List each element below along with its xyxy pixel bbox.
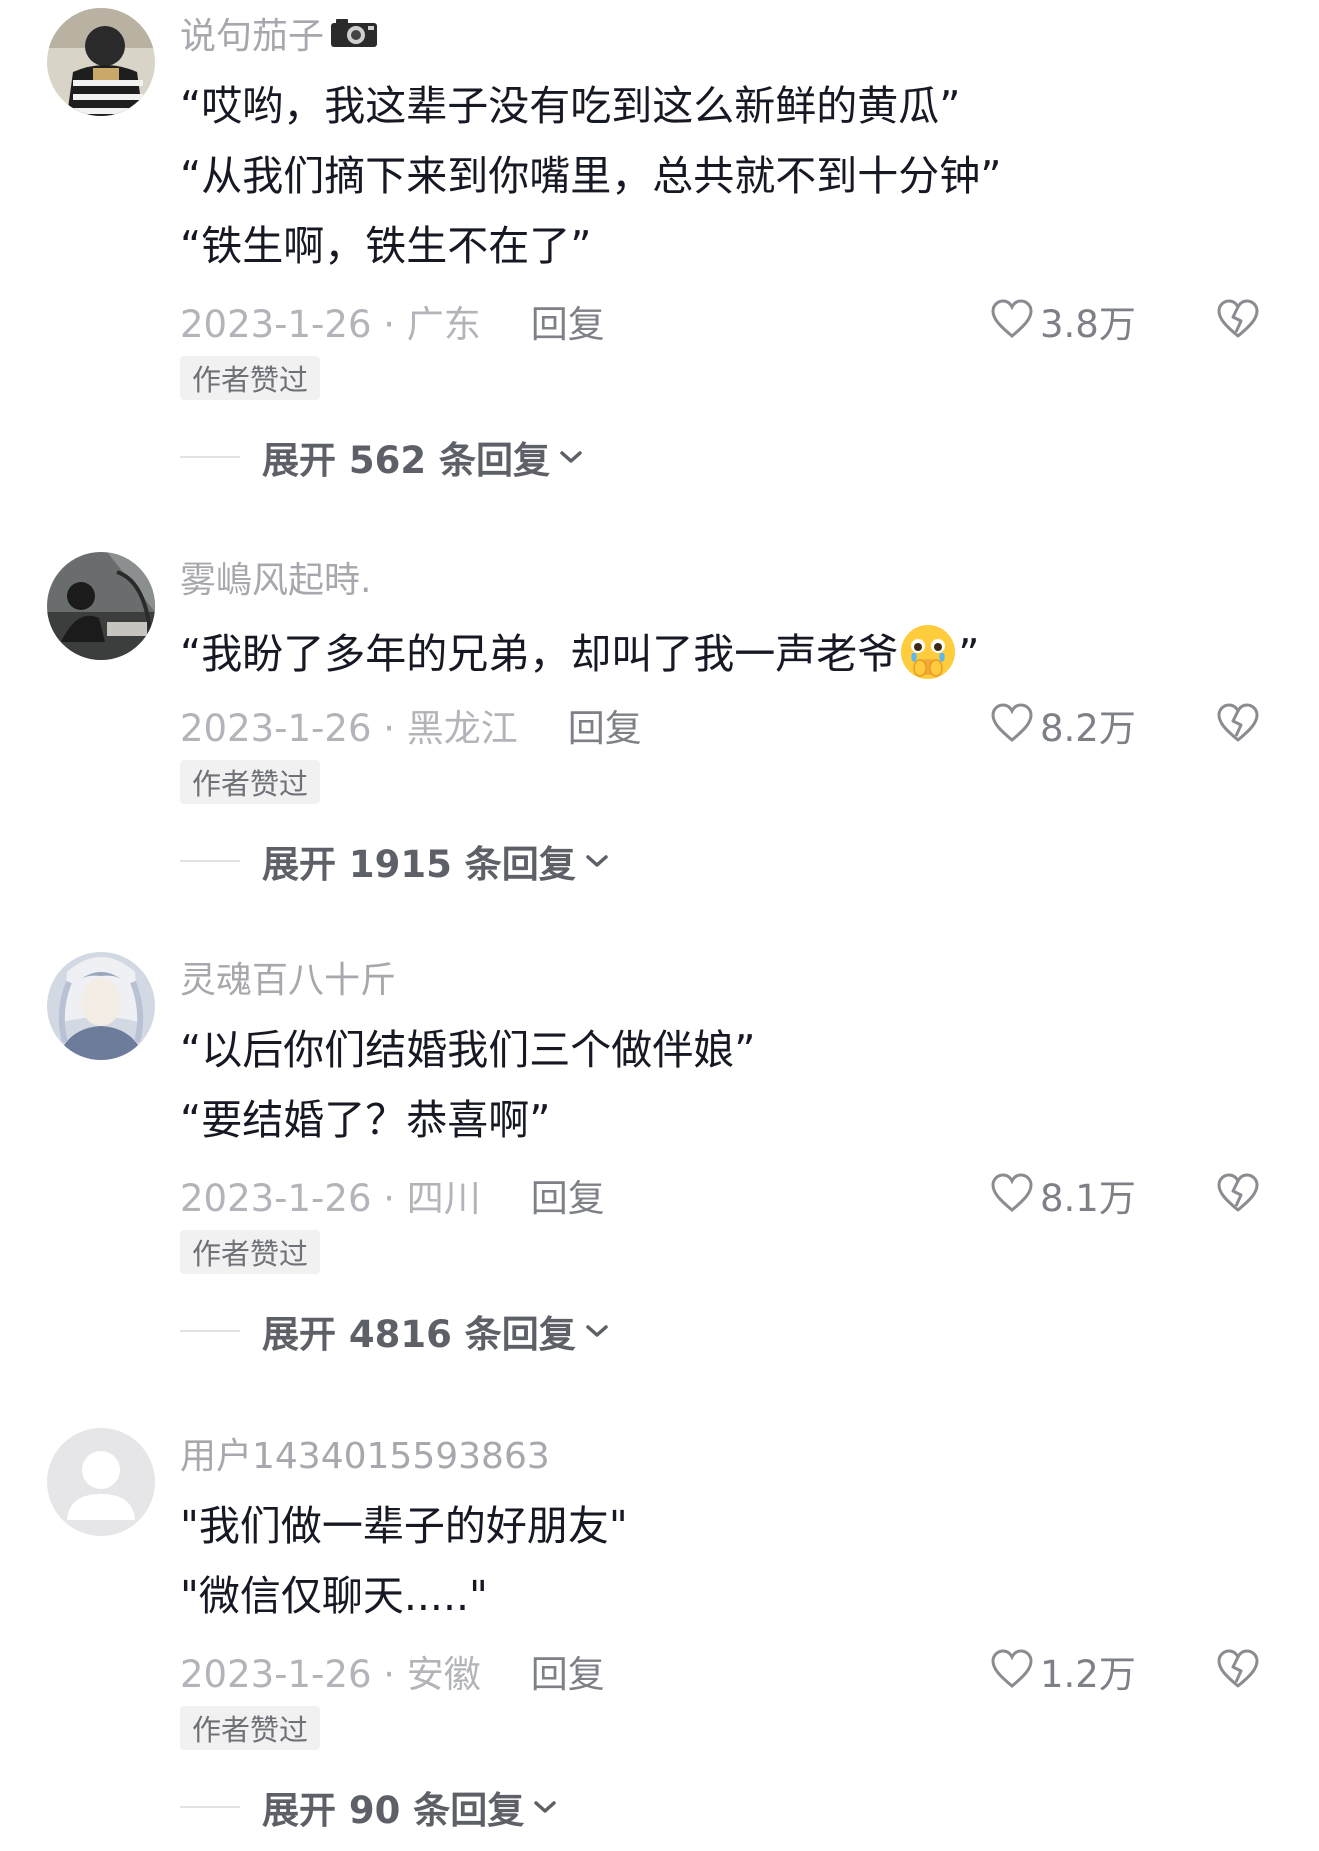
expand-replies-button[interactable]: 展开 90 条回复 — [180, 1782, 558, 1832]
divider — [180, 1806, 240, 1808]
like-button[interactable]: 8.2万 — [990, 700, 1136, 750]
dislike-button[interactable] — [1216, 1170, 1260, 1220]
avatar[interactable] — [47, 1428, 155, 1536]
broken-heart-icon — [1216, 703, 1260, 747]
avatar[interactable] — [47, 8, 155, 116]
like-count: 1.2万 — [1040, 1653, 1136, 1696]
avatar[interactable] — [47, 952, 155, 1060]
date-location: 2023-1-26 · 广东 — [180, 303, 481, 346]
comment-text: "微信仅聊天....." — [180, 1572, 488, 1620]
comment-text: "我们做一辈子的好朋友" — [180, 1502, 628, 1550]
like-count: 3.8万 — [1040, 303, 1136, 346]
expand-replies-label: 展开 1915 条回复 — [262, 843, 576, 886]
expand-replies-label: 展开 562 条回复 — [262, 439, 550, 482]
like-button[interactable]: 1.2万 — [990, 1646, 1136, 1696]
like-count: 8.2万 — [1040, 707, 1136, 750]
expand-replies-button[interactable]: 展开 4816 条回复 — [180, 1306, 610, 1356]
reply-button[interactable]: 回复 — [531, 1644, 605, 1698]
heart-icon — [990, 1173, 1034, 1217]
comment-text: “哎哟，我这辈子没有吃到这么新鲜的黄瓜” — [180, 82, 961, 130]
broken-heart-icon — [1216, 1649, 1260, 1693]
date-location: 2023-1-26 · 四川 — [180, 1177, 481, 1220]
avatar-image — [47, 952, 155, 1060]
heart-icon — [990, 299, 1034, 343]
reply-button[interactable]: 回复 — [531, 294, 605, 348]
expand-replies-label: 展开 90 条回复 — [262, 1789, 525, 1832]
broken-heart-icon — [1216, 299, 1260, 343]
author-liked-badge: 作者赞过 — [180, 1230, 321, 1274]
avatar-image — [47, 1428, 155, 1536]
comment-text-part: “我盼了多年的兄弟，却叫了我一声老爷 — [180, 630, 899, 678]
author-liked-badge: 作者赞过 — [180, 356, 321, 400]
chevron-down-icon — [558, 448, 584, 466]
camera-icon — [330, 18, 378, 48]
chevron-down-icon — [584, 852, 610, 870]
avatar-image — [47, 552, 155, 660]
heart-icon — [990, 703, 1034, 747]
expand-replies-button[interactable]: 展开 1915 条回复 — [180, 836, 610, 886]
username[interactable]: 雾嶋风起時. — [180, 551, 371, 603]
date-location: 2023-1-26 · 安徽 — [180, 1653, 481, 1696]
reply-button[interactable]: 回复 — [568, 698, 642, 752]
expand-replies-button[interactable]: 展开 562 条回复 — [180, 432, 584, 482]
divider — [180, 456, 240, 458]
dislike-button[interactable] — [1216, 700, 1260, 750]
username[interactable]: 用户1434015593863 — [180, 1427, 550, 1479]
username[interactable]: 灵魂百八十斤 — [180, 951, 396, 1003]
dislike-button[interactable] — [1216, 296, 1260, 346]
reply-button[interactable]: 回复 — [531, 1168, 605, 1222]
avatar[interactable] — [47, 552, 155, 660]
author-liked-badge: 作者赞过 — [180, 760, 321, 804]
chevron-down-icon — [532, 1798, 558, 1816]
comment-text: “铁生啊，铁生不在了” — [180, 222, 592, 270]
comment-text: “以后你们结婚我们三个做伴娘” — [180, 1026, 756, 1074]
broken-heart-icon — [1216, 1173, 1260, 1217]
dislike-button[interactable] — [1216, 1646, 1260, 1696]
like-button[interactable]: 3.8万 — [990, 296, 1136, 346]
like-button[interactable]: 8.1万 — [990, 1170, 1136, 1220]
divider — [180, 1330, 240, 1332]
heart-icon — [990, 1649, 1034, 1693]
comment-text: “从我们摘下来到你嘴里，总共就不到十分钟” — [180, 152, 1002, 200]
expand-replies-label: 展开 4816 条回复 — [262, 1313, 576, 1356]
chevron-down-icon — [584, 1322, 610, 1340]
crying-face-emoji-icon — [898, 622, 958, 682]
like-count: 8.1万 — [1040, 1177, 1136, 1220]
comment-text: “要结婚了？恭喜啊” — [180, 1096, 551, 1144]
date-location: 2023-1-26 · 黑龙江 — [180, 707, 518, 750]
author-liked-badge: 作者赞过 — [180, 1706, 321, 1750]
avatar-image — [47, 8, 155, 116]
divider — [180, 860, 240, 862]
username[interactable]: 说句茄子 — [180, 7, 324, 59]
comment-text-part: ” — [958, 630, 980, 678]
comment-text: “我盼了多年的兄弟，却叫了我一声老爷 ” — [180, 622, 980, 682]
